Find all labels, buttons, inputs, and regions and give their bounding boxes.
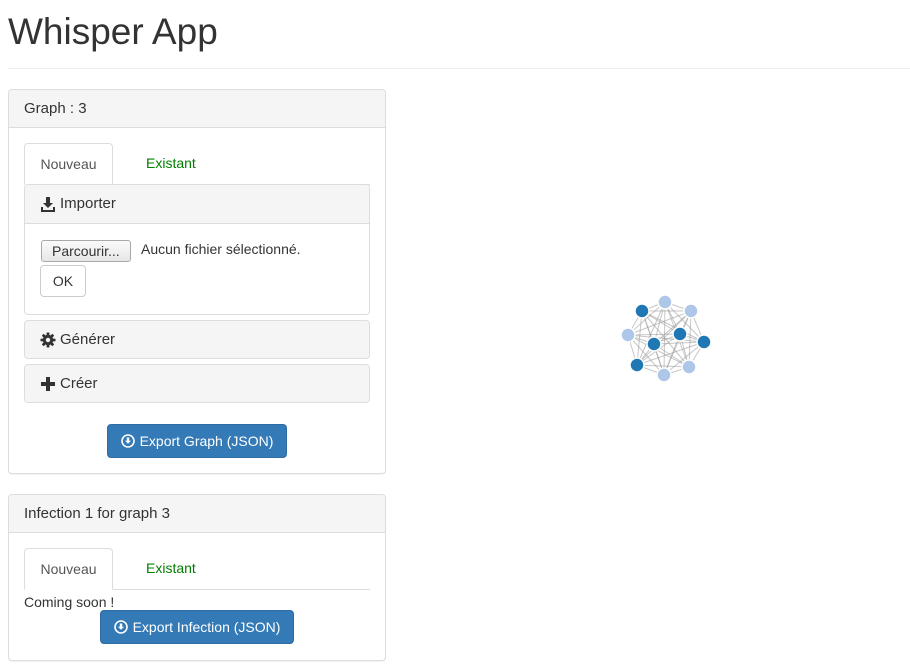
coming-soon-text: Coming soon ! [24,594,115,610]
graph-node[interactable] [681,359,697,375]
import-section: Importer Parcourir... Aucun fichier séle… [24,184,370,315]
download-icon [41,197,55,212]
app-title: Whisper App [8,11,218,52]
circle-arrow-down-icon [113,620,128,634]
infection-tabs: Nouveau Existant [24,548,370,590]
graph-node[interactable] [656,367,672,383]
graph-node[interactable] [696,334,712,350]
graph-node[interactable] [646,336,662,352]
graph-edge [636,364,690,368]
graph-node[interactable] [634,303,650,319]
graph-node[interactable] [657,294,673,310]
create-section-header[interactable]: Créer [25,365,369,402]
graph-node[interactable] [672,326,688,342]
tab-existant[interactable]: Existant [131,548,211,589]
tab-nouveau[interactable]: Nouveau [24,143,113,185]
graph-node[interactable] [620,327,636,343]
graph-tabs: Nouveau Existant [24,143,370,185]
generate-section: Générer [24,320,370,359]
infection-panel: Infection 1 for graph 3 Nouveau Existant… [8,494,386,661]
gear-icon [40,332,56,348]
graph-panel: Graph : 3 Nouveau Existant Importer Parc… [8,89,386,474]
plus-icon [41,377,55,391]
create-section: Créer [24,364,370,403]
import-section-label: Importer [60,195,116,212]
export-infection-label: Export Infection (JSON) [132,619,281,635]
tab-nouveau[interactable]: Nouveau [24,548,113,590]
infection-panel-heading: Infection 1 for graph 3 [9,495,385,533]
ok-button[interactable]: OK [40,265,86,297]
browse-file-button[interactable]: Parcourir... [41,240,131,262]
circle-arrow-down-icon [120,434,135,448]
graph-edge [636,310,643,366]
export-graph-button[interactable]: Export Graph (JSON) [107,424,287,458]
graph-node[interactable] [629,357,645,373]
export-infection-button[interactable]: Export Infection (JSON) [100,610,294,644]
create-section-label: Créer [60,375,98,392]
graph-node[interactable] [683,303,699,319]
graph-edge [627,333,681,336]
graph-edge [663,301,666,376]
import-section-header[interactable]: Importer [25,185,369,224]
export-graph-label: Export Graph (JSON) [139,433,274,449]
generate-section-label: Générer [60,331,116,348]
title-divider [8,68,910,69]
graph-edge [627,334,705,343]
graph-panel-heading: Graph : 3 [9,90,385,128]
graph-edge [688,310,692,368]
graph-nodes [620,294,712,383]
generate-section-header[interactable]: Générer [25,321,369,358]
file-status-text: Aucun fichier sélectionné. [141,241,301,257]
tab-existant[interactable]: Existant [131,143,211,184]
